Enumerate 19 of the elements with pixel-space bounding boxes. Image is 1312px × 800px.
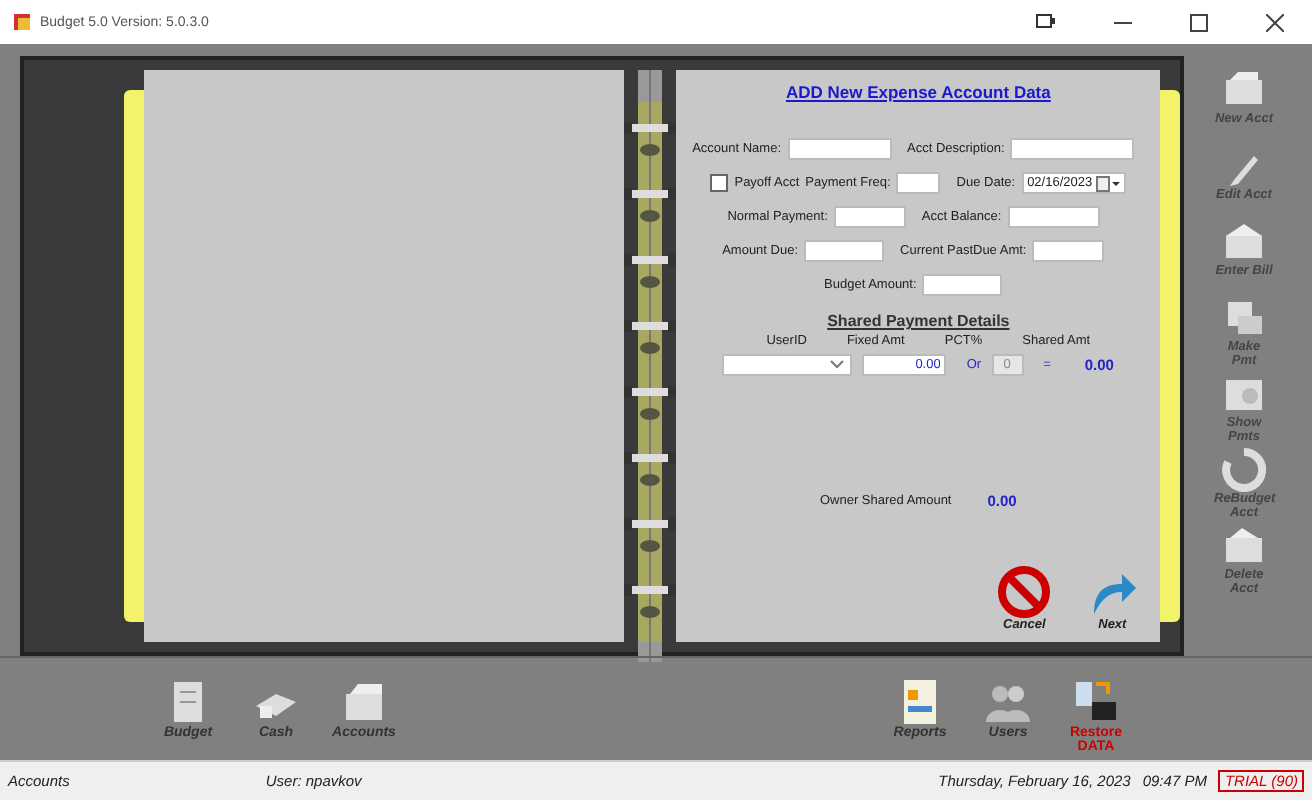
input-field[interactable] (1010, 138, 1135, 160)
user-dropdown[interactable] (722, 354, 853, 376)
form-heading: ADD New Expense Account Data (785, 82, 1051, 102)
input-field[interactable] (922, 274, 1003, 296)
section-heading: Shared Payment Details (827, 312, 1010, 330)
close-icon (1265, 13, 1283, 31)
input-field[interactable] (804, 240, 885, 262)
checkbox[interactable] (710, 174, 729, 192)
snap-icon (1036, 14, 1056, 30)
input-field[interactable] (896, 172, 941, 194)
calendar-icon (1096, 175, 1121, 191)
input-field[interactable] (1007, 206, 1100, 228)
app-icon (12, 12, 32, 32)
chevron-down-icon (830, 360, 845, 370)
input-field[interactable] (787, 138, 891, 160)
input-field[interactable] (833, 206, 906, 228)
maximize-icon (1189, 13, 1207, 31)
input-field[interactable] (1032, 240, 1105, 262)
no-entry-icon (998, 566, 1051, 618)
